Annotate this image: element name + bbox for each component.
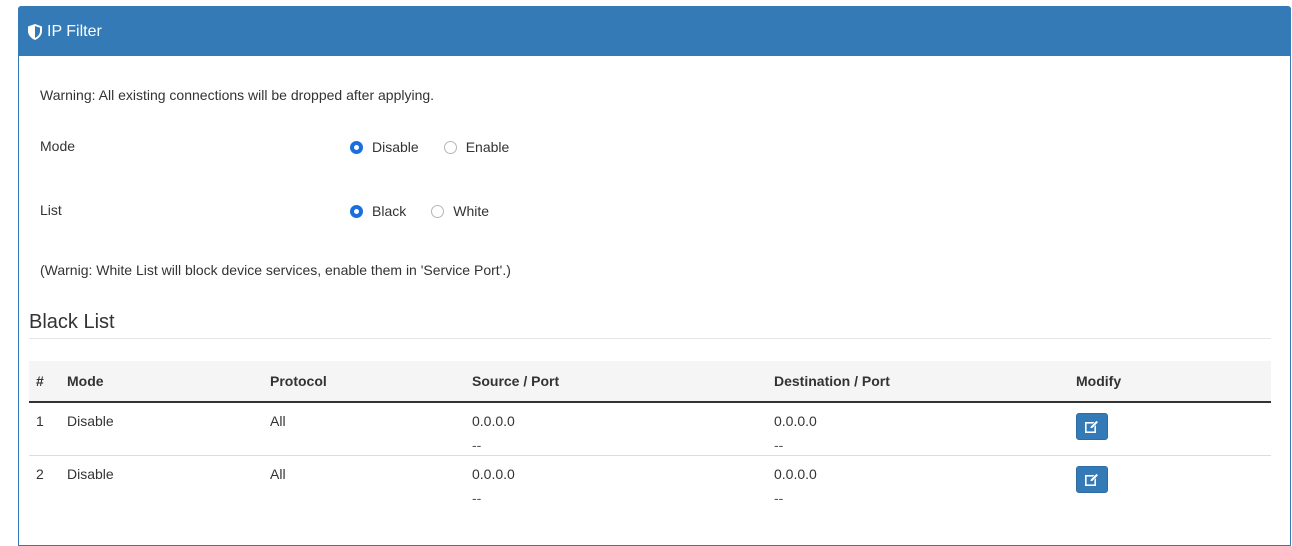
mode-radio-group: Disable Enable: [350, 139, 534, 155]
list-black-label: Black: [372, 203, 407, 219]
edit-icon: [1085, 472, 1099, 486]
source-address: 0.0.0.0: [472, 413, 515, 429]
row-source: 0.0.0.0 --: [465, 455, 767, 508]
panel-title: IP Filter: [47, 22, 102, 40]
mode-enable-label: Enable: [465, 139, 510, 155]
edit-icon: [1085, 420, 1099, 433]
col-header-destination: Destination / Port: [767, 361, 1069, 403]
destination-address: 0.0.0.0: [774, 465, 817, 482]
source-address: 0.0.0.0: [472, 465, 515, 482]
row-protocol: All: [270, 465, 286, 482]
list-white-option[interactable]: White: [431, 203, 489, 219]
white-list-note: (Warnig: White List will block device se…: [40, 262, 511, 278]
col-header-source: Source / Port: [465, 361, 767, 403]
col-header-num: #: [29, 361, 60, 403]
list-white-label: White: [453, 203, 490, 219]
row-num: 1: [29, 402, 60, 456]
list-radio-group: Black White: [350, 203, 514, 219]
col-header-mode: Mode: [60, 361, 263, 403]
mode-disable-radio[interactable]: [350, 140, 363, 154]
mode-label: Mode: [40, 138, 76, 154]
row-destination: 0.0.0.0 --: [767, 455, 1069, 508]
table-row: 1 Disable All 0.0.0.0 -- 0.0.0.0 --: [29, 402, 1271, 456]
row-mode: Disable: [67, 465, 114, 482]
row-destination: 0.0.0.0 --: [767, 402, 1069, 456]
black-list-heading: Black List: [29, 311, 115, 333]
row-modify: [1069, 455, 1271, 508]
row-modify: [1069, 402, 1271, 456]
destination-port: --: [774, 489, 784, 506]
table-header-row: # Mode Protocol Source / Port Destinatio…: [29, 361, 1271, 403]
col-header-modify: Modify: [1069, 361, 1271, 403]
warning-text: Warning: All existing connections will b…: [40, 87, 435, 103]
ip-filter-panel: IP Filter Warning: All existing connecti…: [18, 6, 1291, 546]
list-label: List: [40, 202, 62, 218]
black-list-table: # Mode Protocol Source / Port Destinatio…: [29, 361, 1271, 508]
list-white-radio[interactable]: [431, 204, 445, 218]
col-header-protocol: Protocol: [263, 361, 465, 403]
table-row: 2 Disable All 0.0.0.0 -- 0.0.0.0 --: [29, 455, 1271, 508]
row-mode: Disable: [60, 402, 263, 456]
mode-enable-option[interactable]: Enable: [443, 139, 510, 155]
mode-disable-label: Disable: [372, 139, 419, 155]
destination-port: --: [774, 437, 784, 453]
panel-heading: IP Filter: [19, 7, 1290, 56]
edit-button[interactable]: [1076, 465, 1108, 493]
edit-button[interactable]: [1076, 413, 1108, 440]
row-protocol: All: [263, 402, 465, 456]
section-divider: [29, 338, 1271, 339]
mode-disable-option[interactable]: Disable: [350, 139, 419, 155]
shield-icon: [28, 23, 42, 40]
row-num: 2: [36, 465, 44, 482]
source-port: --: [472, 437, 482, 453]
source-port: --: [472, 489, 482, 506]
mode-enable-radio[interactable]: [443, 140, 457, 154]
list-black-radio[interactable]: [350, 204, 363, 218]
list-black-option[interactable]: Black: [350, 203, 406, 219]
row-source: 0.0.0.0 --: [465, 402, 767, 456]
destination-address: 0.0.0.0: [774, 413, 817, 429]
